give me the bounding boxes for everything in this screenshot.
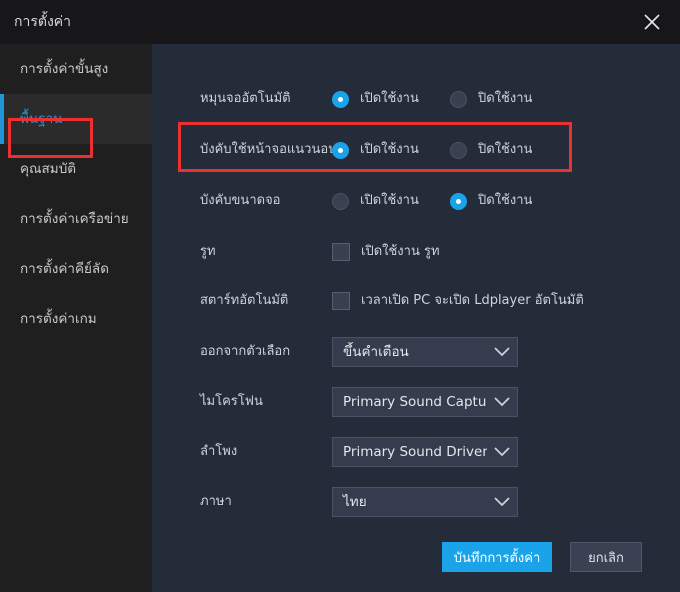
setting-row-autostart: สตาร์ทอัตโนมัติ เวลาเปิด PC จะเปิด Ldpla… [152,276,680,326]
save-settings-button[interactable]: บันทึกการตั้งค่า [442,542,552,572]
close-button[interactable] [624,0,680,44]
sidebar-item-label: การตั้งค่าเกม [20,309,97,329]
setting-row-force-landscape: บังคับใช้หน้าจอแนวนอน เปิดใช้งาน ปิดใช้ง… [152,125,680,175]
radio-option-label: เปิดใช้งาน [360,90,419,108]
dropdown-value: Primary Sound Driver [333,442,487,462]
dropdown-microphone[interactable]: Primary Sound Capture Dri [332,387,518,417]
radio-option-enable[interactable]: เปิดใช้งาน [332,192,419,210]
radio-option-disable[interactable]: ปิดใช้งาน [450,192,532,210]
sidebar-item-advanced-settings[interactable]: การตั้งค่าขั้นสูง [0,44,152,94]
setting-row-language: ภาษา ไทย [152,477,680,527]
settings-panel: หมุนจออัตโนมัติ เปิดใช้งาน ปิดใช้งาน บัง… [152,44,680,592]
sidebar-item-label: พื้นฐาน [20,109,62,129]
sidebar-item-shortcut-settings[interactable]: การตั้งค่าคีย์ลัด [0,244,152,294]
radio-option-label: เปิดใช้งาน [360,141,419,159]
setting-label: ไมโครโฟน [200,392,263,412]
sidebar-item-basic[interactable]: พื้นฐาน [0,94,152,144]
sidebar-item-game-settings[interactable]: การตั้งค่าเกม [0,294,152,344]
sidebar-item-label: การตั้งค่าคีย์ลัด [20,259,109,279]
sidebar-item-label: คุณสมบัติ [20,159,76,179]
sidebar-item-label: การตั้งค่าเครือข่าย [20,209,129,229]
radio-option-disable[interactable]: ปิดใช้งาน [450,141,532,159]
radio-option-enable[interactable]: เปิดใช้งาน [332,90,419,108]
dropdown-language[interactable]: ไทย [332,487,518,517]
setting-label: หมุนจออัตโนมัติ [200,89,291,109]
checkbox-label: เวลาเปิด PC จะเปิด Ldplayer อัตโนมัติ [361,292,584,310]
setting-row-microphone: ไมโครโฟน Primary Sound Capture Dri [152,377,680,427]
setting-row-auto-rotate: หมุนจออัตโนมัติ เปิดใช้งาน ปิดใช้งาน [152,74,680,124]
radio-option-label: ปิดใช้งาน [478,192,532,210]
radio-icon [450,91,467,108]
checkbox-icon [332,292,350,310]
title-bar: การตั้งค่า [0,0,680,44]
setting-label: สตาร์ทอัตโนมัติ [200,291,288,311]
cancel-button[interactable]: ยกเลิก [570,542,642,572]
radio-option-label: เปิดใช้งาน [360,192,419,210]
setting-label: รูท [200,242,216,262]
radio-icon [332,91,349,108]
dropdown-value: Primary Sound Capture Dri [333,392,487,412]
radio-icon [450,142,467,159]
radio-option-disable[interactable]: ปิดใช้งาน [450,90,532,108]
radio-icon [332,142,349,159]
sidebar-item-network-settings[interactable]: การตั้งค่าเครือข่าย [0,194,152,244]
active-accent-bar [0,94,4,144]
close-icon [643,13,661,31]
sidebar: การตั้งค่าขั้นสูง พื้นฐาน คุณสมบัติ การต… [0,44,152,592]
setting-row-force-screen-size: บังคับขนาดจอ เปิดใช้งาน ปิดใช้งาน [152,176,680,226]
chevron-down-icon [487,337,517,367]
setting-label: บังคับใช้หน้าจอแนวนอน [200,140,337,160]
radio-option-label: ปิดใช้งาน [478,141,532,159]
setting-label: บังคับขนาดจอ [200,191,281,211]
setting-label: ลำโพง [200,442,237,462]
radio-option-enable[interactable]: เปิดใช้งาน [332,141,419,159]
dropdown-exit-option[interactable]: ขึ้นคำเตือน [332,337,518,367]
chevron-down-icon [487,387,517,417]
sidebar-item-label: การตั้งค่าขั้นสูง [20,59,108,79]
window-title: การตั้งค่า [14,13,71,31]
setting-label: ภาษา [200,492,232,512]
radio-icon [332,193,349,210]
chevron-down-icon [487,487,517,517]
dropdown-value: ไทย [333,492,487,512]
checkbox-autostart[interactable]: เวลาเปิด PC จะเปิด Ldplayer อัตโนมัติ [332,292,584,310]
setting-row-exit-option: ออกจากตัวเลือก ขึ้นคำเตือน [152,327,680,377]
sidebar-item-properties[interactable]: คุณสมบัติ [0,144,152,194]
dropdown-speaker[interactable]: Primary Sound Driver [332,437,518,467]
checkbox-enable-root[interactable]: เปิดใช้งาน รูท [332,243,440,261]
checkbox-label: เปิดใช้งาน รูท [361,243,440,261]
setting-row-speaker: ลำโพง Primary Sound Driver [152,427,680,477]
checkbox-icon [332,243,350,261]
radio-icon [450,193,467,210]
setting-label: ออกจากตัวเลือก [200,342,290,362]
settings-window: การตั้งค่า การตั้งค่าขั้นสูง พื้นฐาน คุณ… [0,0,680,592]
dropdown-value: ขึ้นคำเตือน [333,342,487,362]
setting-row-root: รูท เปิดใช้งาน รูท [152,227,680,277]
radio-option-label: ปิดใช้งาน [478,90,532,108]
chevron-down-icon [487,437,517,467]
